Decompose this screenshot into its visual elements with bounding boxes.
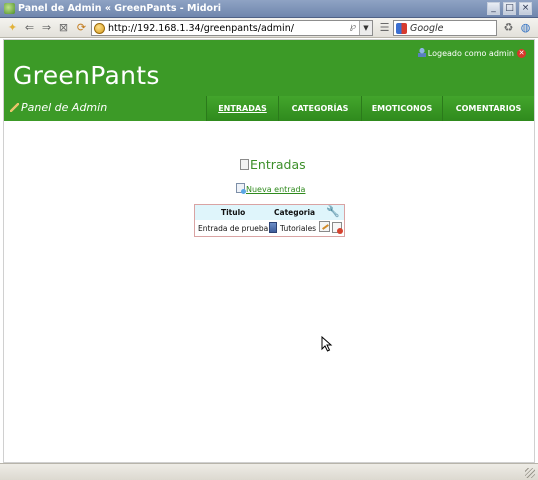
user-icon: [417, 48, 426, 57]
web-content: Logeado como admin ✕ GreenPants Panel de …: [3, 39, 535, 463]
wrench-icon: 🔧: [326, 205, 340, 218]
tab-comentarios-label: COMENTARIOS: [455, 104, 522, 113]
site-brand[interactable]: GreenPants: [13, 61, 160, 90]
window-title: Panel de Admin « GreenPants - Midori: [18, 3, 222, 14]
search-placeholder: Google: [410, 23, 444, 34]
resize-grip-icon[interactable]: [525, 468, 535, 478]
admin-navbar: Panel de Admin ENTRADAS CATEGORÍAS EMOTI…: [4, 96, 534, 121]
tab-emoticonos[interactable]: EMOTICONOS: [361, 96, 442, 121]
document-icon: [240, 159, 249, 170]
table-row: Entrada de prueba Tutoriales: [195, 220, 344, 236]
new-entry-link[interactable]: Nueva entrada: [236, 183, 305, 194]
back-icon[interactable]: ⇐: [23, 21, 36, 34]
stop-icon[interactable]: ⊠: [57, 21, 70, 34]
search-engine-icon[interactable]: [396, 23, 407, 34]
maximize-icon[interactable]: □: [503, 2, 516, 15]
entry-category: Tutoriales: [280, 224, 317, 233]
chevron-down-icon[interactable]: ▼: [359, 21, 372, 35]
url-bar[interactable]: http://192.168.1.34/greenpants/admin/ ℘ …: [91, 20, 373, 36]
window-titlebar[interactable]: Panel de Admin « GreenPants - Midori _ □…: [0, 0, 538, 18]
tab-categorias-label: CATEGORÍAS: [291, 104, 349, 113]
browser-toolbar: ✦ ⇐ ⇒ ⊠ ⟳ http://192.168.1.34/greenpants…: [0, 18, 538, 38]
tab-entradas-label: ENTRADAS: [218, 104, 267, 113]
new-document-icon: [236, 183, 246, 194]
entry-title[interactable]: Entrada de prueba: [198, 224, 268, 233]
new-tab-icon[interactable]: ✦: [6, 21, 19, 34]
minimize-icon[interactable]: _: [487, 2, 500, 15]
column-header-categoria: Categoria: [274, 208, 316, 217]
trash-icon[interactable]: ♻: [502, 21, 515, 34]
rss-icon[interactable]: ℘: [350, 22, 356, 32]
menu-icon[interactable]: ☰: [378, 21, 391, 34]
close-window-icon[interactable]: ×: [519, 2, 532, 15]
search-input[interactable]: Google: [393, 20, 497, 36]
pencil-icon: [10, 103, 19, 112]
tab-emoticonos-label: EMOTICONOS: [371, 104, 433, 113]
table-header: Titulo Categoria 🔧: [195, 205, 344, 220]
category-icon: [269, 222, 277, 233]
site-favicon-icon: [94, 23, 105, 34]
page-title-text: Entradas: [250, 157, 306, 172]
reload-icon[interactable]: ⟳: [75, 21, 88, 34]
site-header: Logeado como admin ✕ GreenPants Panel de …: [4, 40, 534, 121]
logout-icon[interactable]: ✕: [517, 49, 526, 58]
new-entry-label[interactable]: Nueva entrada: [246, 185, 305, 194]
web-icon[interactable]: ◍: [519, 21, 532, 34]
login-text: Logeado como admin: [427, 49, 514, 58]
tab-entradas[interactable]: ENTRADAS: [206, 96, 278, 121]
tab-comentarios[interactable]: COMENTARIOS: [442, 96, 534, 121]
edit-icon[interactable]: [319, 221, 330, 232]
login-status: Logeado como admin ✕: [417, 48, 526, 58]
status-bar: [0, 463, 538, 480]
midori-app-icon: [4, 3, 15, 14]
mouse-cursor-icon: [321, 336, 333, 352]
tab-categorias[interactable]: CATEGORÍAS: [278, 96, 361, 121]
page-title: Entradas: [240, 157, 306, 172]
delete-icon[interactable]: [332, 222, 343, 234]
entries-table: Titulo Categoria 🔧 Entrada de prueba Tut…: [194, 204, 345, 237]
panel-label: Panel de Admin: [21, 101, 108, 114]
panel-title: Panel de Admin: [10, 101, 107, 114]
column-header-titulo: Titulo: [221, 208, 246, 217]
url-text[interactable]: http://192.168.1.34/greenpants/admin/: [108, 23, 294, 34]
forward-icon[interactable]: ⇒: [40, 21, 53, 34]
